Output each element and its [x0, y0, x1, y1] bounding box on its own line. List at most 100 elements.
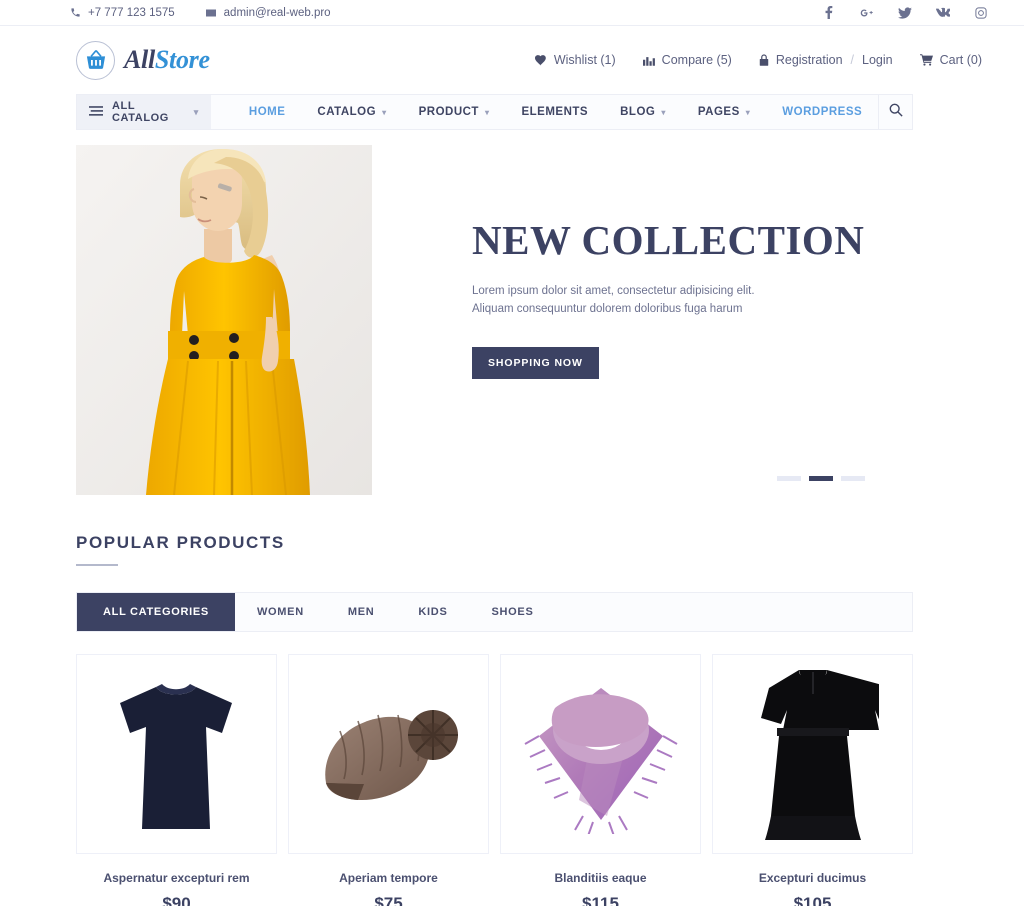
product-price: $75	[374, 894, 403, 906]
product-name: Aperiam tempore	[339, 871, 438, 885]
main-nav-wrapper: ALL CATALOG ▾ HOME CATALOG ▾ PRODUCT ▾ E…	[0, 94, 1024, 130]
wishlist-label: Wishlist (1)	[553, 53, 616, 67]
nav-item-pages[interactable]: PAGES ▾	[682, 95, 766, 129]
twitter-icon[interactable]	[898, 6, 912, 20]
shopping-now-button[interactable]: SHOPPING NOW	[472, 346, 599, 379]
chevron-down-icon: ▾	[745, 107, 751, 117]
search-button[interactable]	[878, 95, 912, 129]
product-name: Excepturi ducimus	[758, 871, 867, 885]
tab-women[interactable]: WOMEN	[235, 593, 326, 631]
slider-dot-1[interactable]	[777, 476, 801, 481]
nav-item-label: PRODUCT	[418, 106, 479, 118]
nav-item-catalog[interactable]: CATALOG ▾	[301, 95, 402, 129]
vk-icon[interactable]	[936, 6, 950, 20]
instagram-icon[interactable]	[974, 6, 988, 20]
nav-item-elements[interactable]: ELEMENTS	[505, 95, 604, 129]
slider-dot-2[interactable]	[809, 476, 833, 481]
product-name: Blanditiis eaque	[554, 871, 647, 885]
slider-pagination	[777, 476, 865, 481]
product-name: Aspernatur excepturi rem	[103, 871, 250, 885]
lock-icon	[759, 54, 769, 66]
product-image-brown-knit-beanie[interactable]	[288, 654, 489, 854]
product-image-navy-t-shirt[interactable]	[76, 654, 277, 854]
all-catalog-button[interactable]: ALL CATALOG ▾	[77, 95, 211, 129]
nav-item-label: ELEMENTS	[521, 106, 589, 118]
product-card[interactable]: Blanditiis eaque $115	[500, 654, 701, 906]
chevron-down-icon: ▾	[193, 106, 199, 117]
email-contact[interactable]: admin@real-web.pro	[205, 7, 331, 19]
chevron-down-icon: ▾	[661, 107, 666, 117]
compare-label: Compare (5)	[661, 53, 732, 67]
hero-slider: NEW COLLECTION Lorem ipsum dolor sit ame…	[76, 145, 913, 495]
nav-item-label: BLOG	[620, 106, 656, 118]
tab-shoes[interactable]: SHOES	[470, 593, 556, 631]
nav-item-wordpress[interactable]: WORDPRESS	[766, 95, 878, 129]
product-grid: Aspernatur excepturi rem $90 Aperiam tem…	[76, 654, 913, 906]
tab-label: WOMEN	[256, 606, 304, 618]
logo[interactable]: AllStore	[76, 40, 210, 80]
main-nav: ALL CATALOG ▾ HOME CATALOG ▾ PRODUCT ▾ E…	[76, 94, 913, 130]
cart-label: Cart (0)	[939, 53, 982, 67]
header-links: Wishlist (1) Compare (5) Registration / …	[534, 53, 1000, 67]
cart-link[interactable]: Cart (0)	[919, 53, 982, 67]
nav-item-product[interactable]: PRODUCT ▾	[403, 95, 506, 129]
chevron-down-icon: ▾	[382, 107, 387, 117]
product-card[interactable]: Excepturi ducimus $105	[712, 654, 913, 906]
tab-label: SHOES	[491, 606, 534, 618]
nav-item-home[interactable]: HOME	[233, 95, 302, 129]
product-image-black-dress[interactable]	[712, 654, 913, 854]
product-image-purple-scarf[interactable]	[500, 654, 701, 854]
product-card[interactable]: Aspernatur excepturi rem $90	[76, 654, 277, 906]
nav-item-label: WORDPRESS	[782, 106, 863, 118]
hamburger-icon	[89, 105, 103, 119]
slider-dot-3[interactable]	[841, 476, 865, 481]
section-underline	[76, 564, 118, 566]
google-plus-icon[interactable]	[860, 6, 874, 20]
tab-label: MEN	[347, 606, 375, 618]
tab-kids[interactable]: KIDS	[396, 593, 469, 631]
cart-icon	[919, 54, 933, 66]
registration-link[interactable]: Registration	[776, 53, 843, 67]
product-price: $115	[582, 894, 619, 906]
envelope-icon	[205, 7, 217, 19]
hero-subtitle-line-1: Lorem ipsum dolor sit amet, consectetur …	[472, 285, 755, 297]
page-root: +7 777 123 1575 admin@real-web.pro AllSt…	[0, 0, 1024, 906]
email-address: admin@real-web.pro	[223, 6, 331, 19]
hero-subtitle-line-2: Aliquam consequuntur dolorem doloribus f…	[472, 302, 743, 315]
hero-content: NEW COLLECTION Lorem ipsum dolor sit ame…	[372, 145, 913, 495]
logo-text-store: Store	[154, 45, 210, 74]
product-card[interactable]: Aperiam tempore $75	[288, 654, 489, 906]
hero-title: NEW COLLECTION	[472, 217, 865, 263]
all-catalog-label: ALL CATALOG	[112, 100, 169, 124]
tab-all-categories[interactable]: ALL CATEGORIES	[77, 593, 235, 631]
hero-subtitle: Lorem ipsum dolor sit amet, consectetur …	[472, 283, 913, 319]
product-price: $90	[162, 894, 191, 906]
top-bar: +7 777 123 1575 admin@real-web.pro	[0, 0, 1024, 26]
search-icon	[889, 103, 903, 122]
phone-number: +7 777 123 1575	[88, 6, 175, 19]
section-title-text: POPULAR PRODUCTS	[76, 533, 285, 552]
nav-item-label: CATALOG	[317, 106, 377, 118]
logo-wordmark: AllStore	[124, 45, 210, 75]
social-links	[822, 6, 1000, 20]
nav-item-blog[interactable]: BLOG ▾	[604, 95, 682, 129]
tab-label: ALL CATEGORIES	[103, 606, 209, 618]
shopping-basket-icon	[76, 40, 115, 80]
nav-items: HOME CATALOG ▾ PRODUCT ▾ ELEMENTS BLOG ▾	[211, 95, 878, 129]
tab-men[interactable]: MEN	[326, 593, 397, 631]
chart-bars-icon	[642, 55, 655, 66]
phone-contact[interactable]: +7 777 123 1575	[70, 7, 175, 19]
login-link[interactable]: Login	[862, 53, 893, 67]
top-bar-contacts: +7 777 123 1575 admin@real-web.pro	[70, 7, 331, 19]
heart-icon	[534, 54, 547, 66]
site-header: AllStore Wishlist (1) Compare (5) Regist…	[0, 26, 1024, 94]
compare-link[interactable]: Compare (5)	[642, 53, 732, 67]
facebook-icon[interactable]	[822, 6, 836, 20]
nav-item-label: PAGES	[697, 106, 740, 118]
product-price: $105	[793, 894, 832, 906]
popular-products-heading: POPULAR PRODUCTS	[76, 533, 1024, 566]
phone-icon	[70, 7, 81, 18]
chevron-down-icon: ▾	[484, 107, 490, 117]
wishlist-link[interactable]: Wishlist (1)	[534, 53, 616, 67]
account-links: Registration / Login	[759, 53, 893, 67]
